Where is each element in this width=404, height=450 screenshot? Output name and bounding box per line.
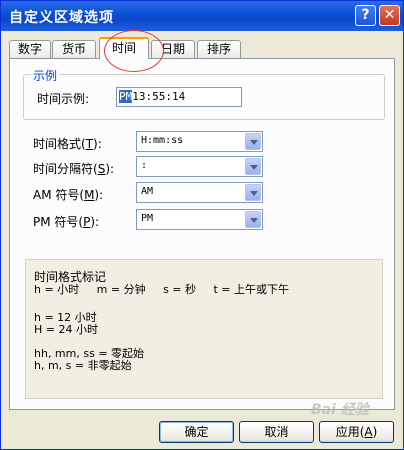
tab-sort[interactable]: 排序 bbox=[197, 40, 241, 58]
highlight-circle-annotation bbox=[104, 30, 164, 72]
help-icon: ? bbox=[361, 7, 370, 23]
help-button[interactable]: ? bbox=[355, 5, 376, 26]
title-bar: 自定义区域选项 ? ✕ bbox=[1, 1, 403, 31]
time-sample-selected-text: PM bbox=[119, 90, 133, 103]
time-separator-label: 时间分隔符(S): bbox=[33, 162, 115, 176]
tab-number[interactable]: 数字 bbox=[9, 40, 51, 58]
ok-button[interactable]: 确定 bbox=[159, 421, 234, 443]
tab-currency[interactable]: 货币 bbox=[52, 40, 96, 58]
am-symbol-combo[interactable]: AM bbox=[136, 182, 263, 203]
am-symbol-label: AM 符号(M): bbox=[33, 188, 104, 202]
pm-symbol-label: PM 符号(P): bbox=[33, 215, 100, 229]
sample-group-label: 示例 bbox=[31, 67, 60, 84]
cancel-button[interactable]: 取消 bbox=[239, 421, 314, 443]
time-sample-label: 时间示例: bbox=[37, 92, 90, 106]
custom-regional-options-dialog: 自定义区域选项 ? ✕ 数字 货币 时间 日期 排序 示例 时间示例: PM13… bbox=[0, 0, 404, 450]
time-separator-combo[interactable]: : bbox=[136, 156, 263, 177]
time-notation-box: 时间格式标记 h = 小时 m = 分钟 s = 秒 t = 上午或下午 h =… bbox=[25, 259, 383, 399]
notation-line-24h: H = 24 小时 bbox=[34, 323, 98, 336]
watermark-logo: Bai 经验 bbox=[311, 402, 369, 418]
close-icon: ✕ bbox=[383, 7, 396, 23]
chevron-down-icon[interactable] bbox=[245, 184, 261, 201]
pm-symbol-combo[interactable]: PM bbox=[136, 209, 263, 230]
apply-button[interactable]: 应用(A) bbox=[319, 421, 394, 443]
time-sample-text: 13:55:14 bbox=[132, 90, 186, 103]
chevron-down-icon[interactable] bbox=[245, 158, 261, 175]
notation-line-nonzero: h, m, s = 非零起始 bbox=[34, 359, 132, 372]
time-format-label: 时间格式(T): bbox=[33, 137, 102, 151]
chevron-down-icon[interactable] bbox=[245, 133, 261, 150]
time-sample-field[interactable]: PM13:55:14 bbox=[116, 87, 242, 107]
notation-line-units: h = 小时 m = 分钟 s = 秒 t = 上午或下午 bbox=[34, 283, 290, 296]
close-button[interactable]: ✕ bbox=[379, 5, 400, 26]
chevron-down-icon[interactable] bbox=[245, 211, 261, 228]
window-title: 自定义区域选项 bbox=[9, 10, 114, 26]
time-format-combo[interactable]: H:mm:ss bbox=[136, 131, 263, 152]
